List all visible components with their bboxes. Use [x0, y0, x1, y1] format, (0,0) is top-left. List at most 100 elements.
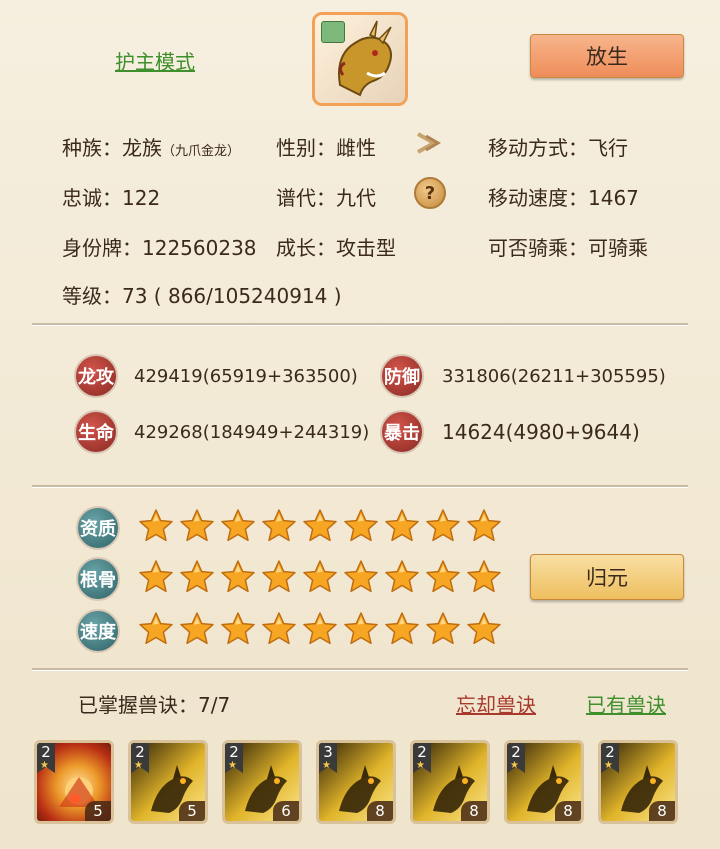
star-icon — [466, 611, 502, 647]
skill-slot[interactable]: 2 ★ 8 — [504, 740, 584, 824]
divider — [32, 668, 688, 670]
star-icon — [384, 611, 420, 647]
star-icon — [261, 611, 297, 647]
star-icon: ★ — [322, 760, 331, 771]
star-icon — [220, 611, 256, 647]
star-icon: ★ — [510, 760, 519, 771]
owned-skills-link[interactable]: 已有兽诀 — [586, 689, 666, 718]
star-icon — [302, 508, 338, 544]
speed-stars — [138, 611, 502, 647]
skill-count-badge: 8 — [649, 801, 675, 821]
move-type-label: 移动方式： — [488, 136, 588, 160]
divider — [32, 485, 688, 487]
crit-badge: 暴击 — [380, 410, 424, 454]
skill-count-badge: 5 — [85, 801, 111, 821]
bone-badge: 根骨 — [76, 557, 120, 601]
growth-row: 成长：攻击型 — [276, 232, 396, 261]
id-label: 身份牌： — [62, 236, 142, 260]
life-value: 429268(184949+244319) — [134, 422, 370, 443]
move-speed-value: 1467 — [588, 186, 639, 210]
skill-count-badge: 6 — [273, 801, 299, 821]
skill-count-badge: 8 — [461, 801, 487, 821]
star-icon — [425, 611, 461, 647]
id-row: 身份牌：122560238 — [62, 232, 257, 261]
star-icon — [466, 559, 502, 595]
skill-count-badge: 8 — [367, 801, 393, 821]
star-icon — [261, 508, 297, 544]
gender-row: 性别：雌性 — [276, 132, 376, 161]
loyalty-value: 122 — [122, 186, 161, 210]
forget-skill-link[interactable]: 忘却兽诀 — [456, 689, 536, 718]
crit-value: 14624(4980+9644) — [442, 420, 640, 444]
level-value: 73 ( 866/105240914 ) — [122, 284, 342, 308]
gender-value: 雌性 — [336, 136, 376, 160]
star-icon — [302, 559, 338, 595]
star-icon — [220, 508, 256, 544]
star-icon — [343, 559, 379, 595]
generation-label: 谱代： — [276, 186, 336, 210]
star-icon — [343, 508, 379, 544]
skill-count-badge: 5 — [179, 801, 205, 821]
star-icon — [425, 559, 461, 595]
race-label: 种族： — [62, 136, 122, 160]
star-icon — [425, 508, 461, 544]
growth-label: 成长： — [276, 236, 336, 260]
star-icon — [466, 508, 502, 544]
move-type-value: 飞行 — [588, 136, 628, 160]
guard-mode-link[interactable]: 护主模式 — [115, 46, 195, 75]
star-icon: ★ — [40, 760, 49, 771]
race-row: 种族：龙族（九爪金龙） — [62, 132, 240, 161]
star-icon: ★ — [228, 760, 237, 771]
star-icon — [302, 611, 338, 647]
star-icon — [384, 559, 420, 595]
star-icon — [138, 611, 174, 647]
star-icon — [384, 508, 420, 544]
pet-info-panel: 护主模式 放生 种族：龙族（九爪金龙） 性别：雌性 移动方式：飞行 忠诚：122… — [0, 0, 720, 849]
life-badge: 生命 — [74, 410, 118, 454]
pet-avatar[interactable] — [312, 12, 408, 106]
defense-value: 331806(26211+305595) — [442, 366, 666, 387]
skill-slot[interactable]: 2 ★ 8 — [410, 740, 490, 824]
aptitude-stars — [138, 508, 502, 544]
return-button[interactable]: 归元 — [530, 554, 684, 600]
attack-value: 429419(65919+363500) — [134, 366, 358, 387]
skill-count-badge: 8 — [555, 801, 581, 821]
bone-stars — [138, 559, 502, 595]
star-icon — [179, 508, 215, 544]
star-icon — [343, 611, 379, 647]
move-speed-row: 移动速度：1467 — [488, 182, 639, 211]
rideable-label: 可否骑乘： — [488, 236, 588, 260]
release-button[interactable]: 放生 — [530, 34, 684, 78]
star-icon — [220, 559, 256, 595]
gender-switch-icon[interactable] — [412, 126, 446, 160]
rideable-row: 可否骑乘：可骑乘 — [488, 232, 648, 261]
level-label: 等级： — [62, 284, 122, 308]
attack-badge: 龙攻 — [74, 354, 118, 398]
loyalty-label: 忠诚： — [62, 186, 122, 210]
move-speed-label: 移动速度： — [488, 186, 588, 210]
star-icon: ★ — [416, 760, 425, 771]
move-type-row: 移动方式：飞行 — [488, 132, 628, 161]
divider — [32, 323, 688, 325]
skill-slot[interactable]: 2 ★ 5 — [128, 740, 208, 824]
help-icon[interactable]: ? — [414, 177, 446, 209]
aptitude-badge: 资质 — [76, 506, 120, 550]
star-icon — [179, 611, 215, 647]
skill-slot[interactable]: 2 ★ 8 — [598, 740, 678, 824]
skill-slot[interactable]: 2 ★ 6 — [222, 740, 302, 824]
id-value: 122560238 — [142, 236, 257, 260]
level-row: 等级：73 ( 866/105240914 ) — [62, 280, 342, 309]
race-subtype: （九爪金龙） — [162, 144, 241, 159]
rideable-value: 可骑乘 — [588, 236, 648, 260]
star-icon: ★ — [604, 760, 613, 771]
skill-slot[interactable]: 3 ★ 8 — [316, 740, 396, 824]
skill-slot[interactable]: 2 ★ 5 — [34, 740, 114, 824]
mastered-skills-label: 已掌握兽诀：7/7 — [78, 693, 231, 717]
defense-badge: 防御 — [380, 354, 424, 398]
golden-dragon-icon — [338, 20, 392, 97]
star-icon — [138, 508, 174, 544]
generation-row: 谱代：九代 — [276, 182, 376, 211]
star-icon — [261, 559, 297, 595]
speed-badge: 速度 — [76, 609, 120, 653]
star-icon — [179, 559, 215, 595]
